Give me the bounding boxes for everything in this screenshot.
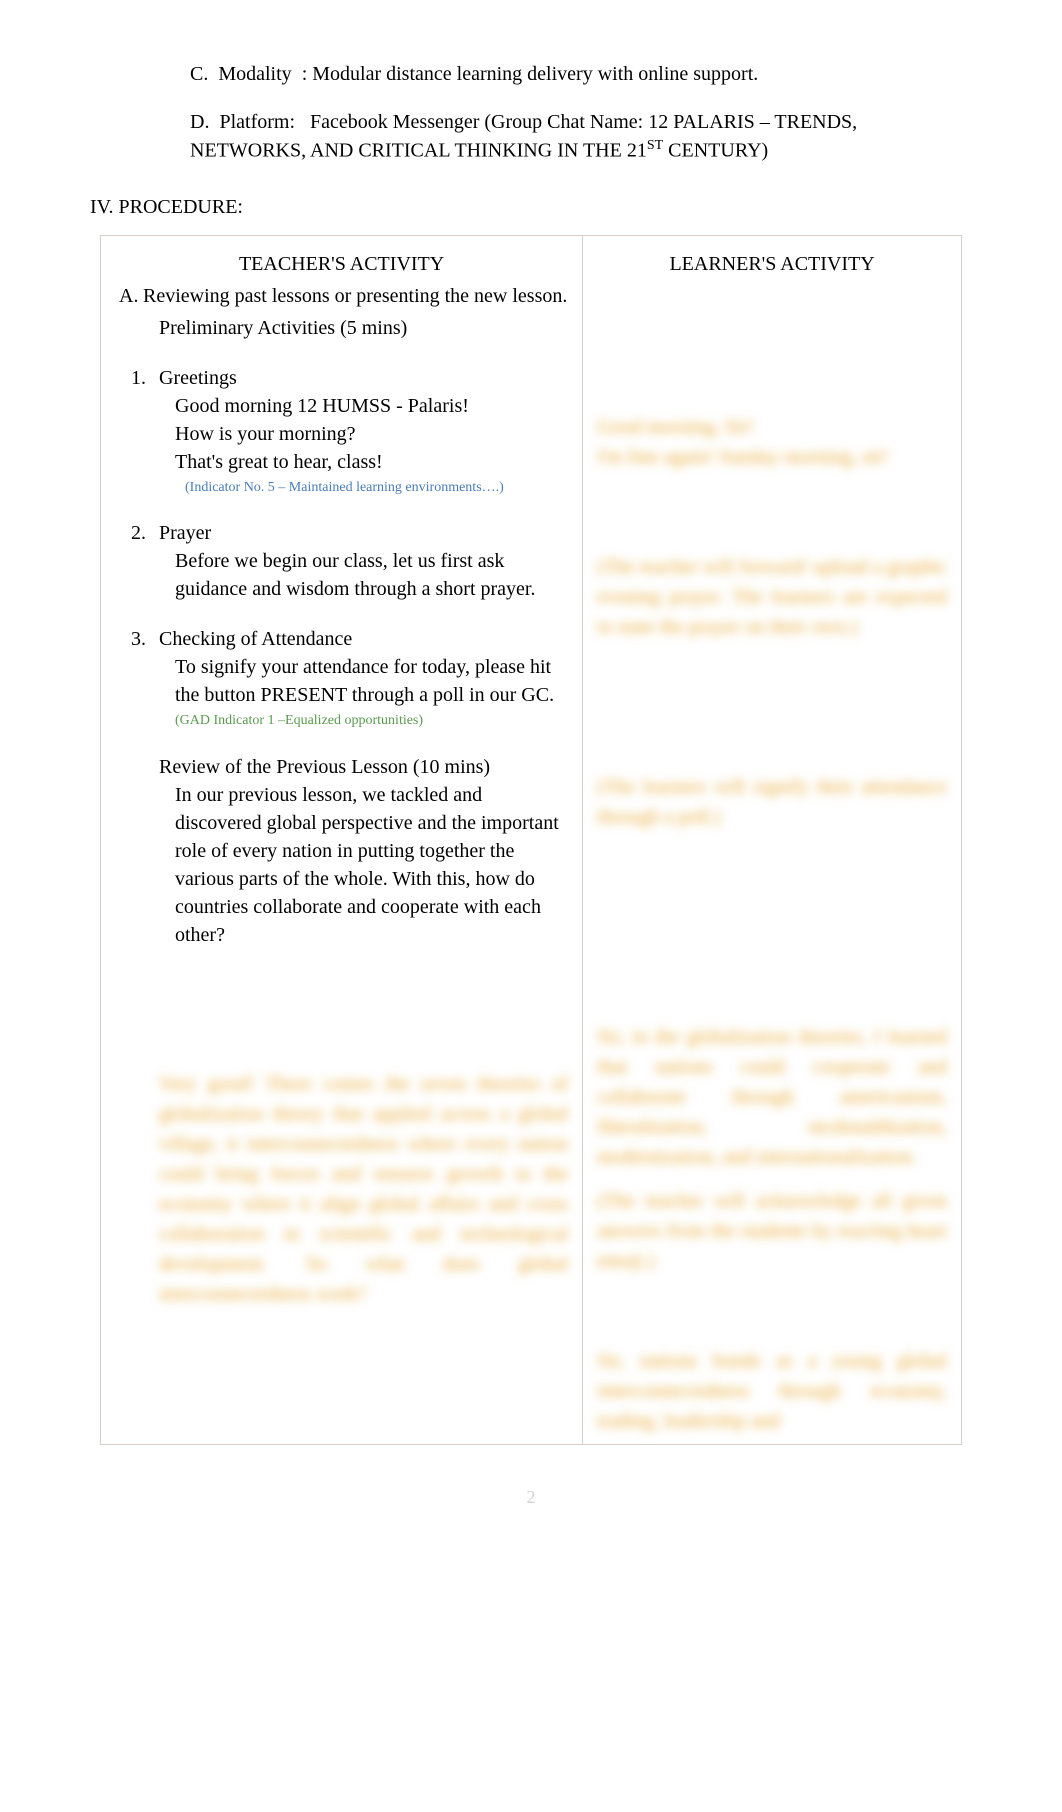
outline-marker: C.	[190, 63, 208, 85]
outline-item-modality: C. Modality : Modular distance learning …	[190, 60, 962, 88]
line: To signify your attendance for today, pl…	[175, 653, 568, 709]
outline-value: : Modular distance learning delivery wit…	[302, 63, 759, 85]
item-attendance: 3.Checking of Attendance To signify your…	[131, 625, 568, 731]
item-title: Checking of Attendance	[159, 628, 352, 650]
num-marker: 2.	[131, 519, 159, 547]
learner-response-review: Sir, in the globalization theories, I le…	[597, 1022, 947, 1172]
learner-column: LEARNER'S ACTIVITY Good morning, Sir! I'…	[583, 235, 962, 1444]
line: How is your morning?	[175, 420, 568, 448]
review-body: In our previous lesson, we tackled and d…	[175, 781, 568, 949]
line: That's great to hear, class!	[175, 448, 568, 476]
outline-label: Platform:	[219, 111, 295, 133]
indicator-note: (Indicator No. 5 – Maintained learning e…	[185, 478, 568, 498]
teacher-column: TEACHER'S ACTIVITY A.Reviewing past less…	[101, 235, 583, 1444]
outline-value-after: CENTURY)	[663, 140, 768, 162]
lesson-table: TEACHER'S ACTIVITY A.Reviewing past less…	[100, 235, 962, 1445]
learner-response-attendance: (The learners will signify their attenda…	[597, 772, 947, 832]
review-block: Review of the Previous Lesson (10 mins) …	[131, 753, 568, 949]
num-marker: 3.	[131, 625, 159, 653]
page-number: 2	[100, 1485, 962, 1510]
outline-item-platform: D. Platform: Facebook Messenger (Group C…	[190, 108, 962, 165]
learner-response-final: Sir, nations bonds as a young global int…	[597, 1346, 947, 1436]
teacher-header: TEACHER'S ACTIVITY	[115, 244, 568, 282]
item-title: Greetings	[159, 367, 237, 389]
learner-response-prayer: (The teacher will forward/ upload a grap…	[597, 552, 947, 642]
item-prayer: 2.Prayer Before we begin our class, let …	[131, 519, 568, 603]
a-text: Reviewing past lessons or presenting the…	[143, 285, 567, 307]
learner-response-ack: (The teacher will acknowledge all given …	[597, 1186, 947, 1276]
line: Good morning 12 HUMSS - Palaris!	[175, 392, 568, 420]
item-title: Prayer	[159, 522, 211, 544]
learner-header: LEARNER'S ACTIVITY	[597, 244, 947, 282]
section-a: A.Reviewing past lessons or presenting t…	[119, 282, 568, 310]
prelim-activities: Preliminary Activities (5 mins)	[131, 314, 568, 342]
blurred-teacher-paragraph: Very good! There comes the seven theorie…	[159, 1069, 568, 1309]
outline-sup: ST	[647, 138, 663, 153]
outline-marker: D.	[190, 111, 209, 133]
line: Before we begin our class, let us first …	[175, 547, 568, 603]
indicator-note-green: (GAD Indicator 1 –Equalized opportunitie…	[175, 711, 568, 731]
item-greetings: 1.Greetings Good morning 12 HUMSS - Pala…	[131, 364, 568, 498]
learner-response-greeting: Good morning, Sir! I'm fine again! Sunda…	[597, 412, 947, 472]
review-title: Review of the Previous Lesson (10 mins)	[159, 756, 490, 778]
num-marker: 1.	[131, 364, 159, 392]
outline-label: Modality	[218, 63, 291, 85]
section-heading-procedure: IV. PROCEDURE:	[90, 193, 962, 221]
a-marker: A.	[119, 282, 143, 310]
prelim-text: Preliminary Activities (5 mins)	[159, 317, 407, 339]
